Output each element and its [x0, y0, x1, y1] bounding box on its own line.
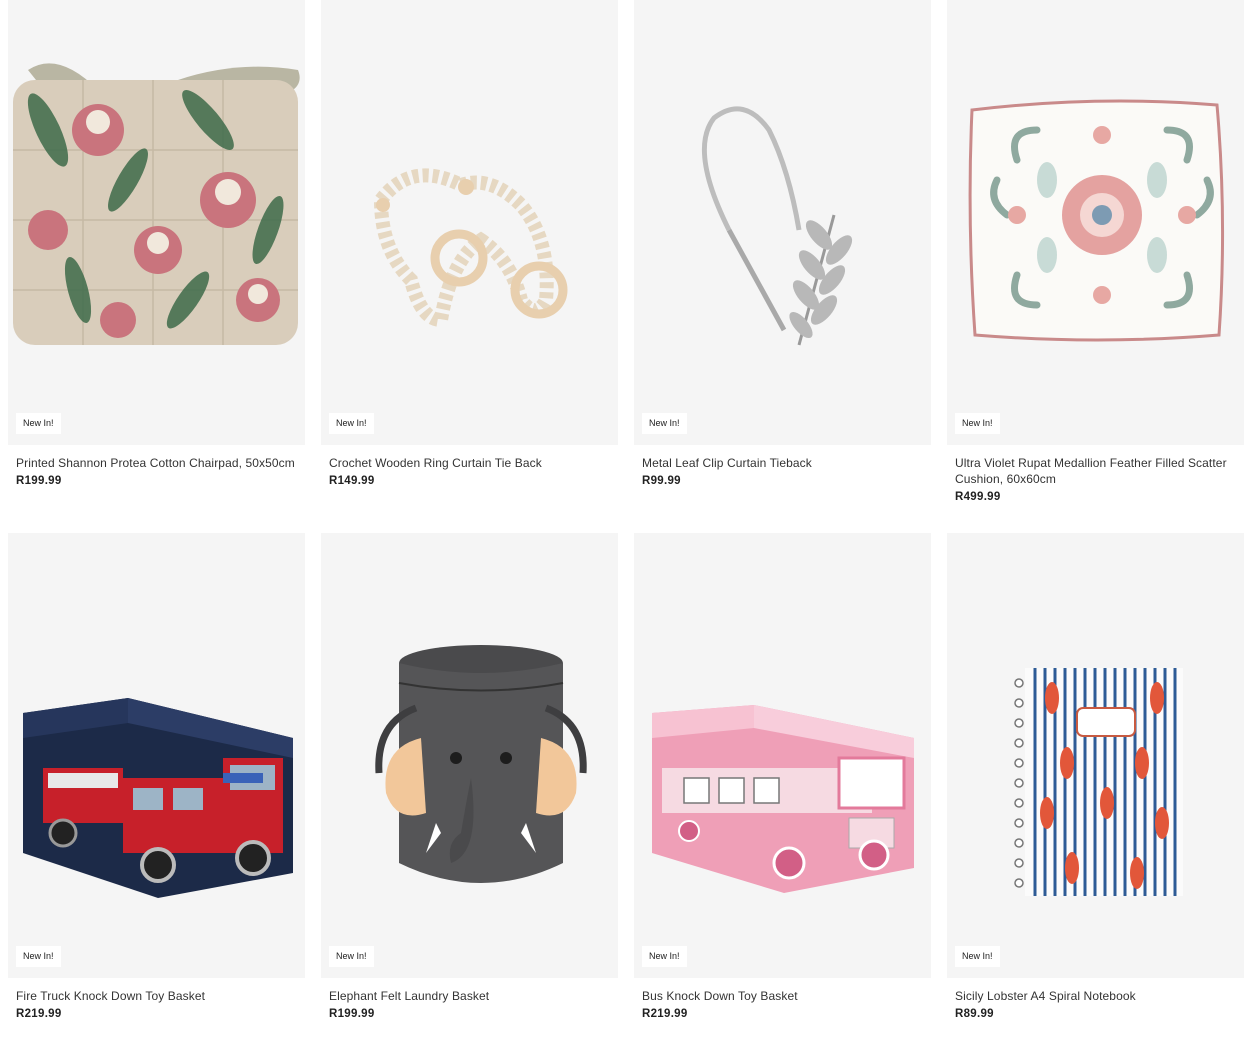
product-card[interactable]: New In! Crochet Wooden Ring Curtain Tie …: [321, 0, 618, 533]
product-card[interactable]: New In! Printed Shannon Protea Cotton Ch…: [8, 0, 305, 533]
product-name[interactable]: Elephant Felt Laundry Basket: [329, 988, 610, 1004]
product-name[interactable]: Sicily Lobster A4 Spiral Notebook: [955, 988, 1236, 1004]
product-card[interactable]: New In! Metal Leaf Clip Curtain Tieback …: [634, 0, 931, 533]
new-in-badge: New In!: [955, 946, 1000, 967]
new-in-badge: New In!: [329, 946, 374, 967]
product-card[interactable]: New In! Fire Truck Knock Down Toy Basket…: [8, 533, 305, 1050]
product-price: R219.99: [642, 1008, 688, 1020]
product-card[interactable]: New In! Elephant Felt Laundry Basket R19…: [321, 533, 618, 1050]
product-name[interactable]: Printed Shannon Protea Cotton Chairpad, …: [16, 455, 297, 471]
product-name[interactable]: Ultra Violet Rupat Medallion Feather Fil…: [955, 455, 1236, 487]
product-image[interactable]: New In!: [8, 0, 305, 445]
new-in-badge: New In!: [16, 946, 61, 967]
product-image[interactable]: New In!: [947, 533, 1244, 978]
new-in-badge: New In!: [642, 946, 687, 967]
product-name[interactable]: Fire Truck Knock Down Toy Basket: [16, 988, 297, 1004]
product-card[interactable]: New In! Bus Knock Down Toy Basket R219.9…: [634, 533, 931, 1050]
product-card[interactable]: New In! Sicily Lobster A4 Spiral Noteboo…: [947, 533, 1244, 1050]
product-name[interactable]: Bus Knock Down Toy Basket: [642, 988, 923, 1004]
product-image[interactable]: New In!: [321, 533, 618, 978]
product-price: R219.99: [16, 1008, 62, 1020]
product-price: R149.99: [329, 475, 375, 487]
product-price: R89.99: [955, 1008, 994, 1020]
product-card[interactable]: New In! Ultra Violet Rupat Medallion Fea…: [947, 0, 1244, 533]
product-name[interactable]: Crochet Wooden Ring Curtain Tie Back: [329, 455, 610, 471]
product-image[interactable]: New In!: [321, 0, 618, 445]
product-grid: New In! Printed Shannon Protea Cotton Ch…: [8, 0, 1244, 1050]
product-image[interactable]: New In!: [947, 0, 1244, 445]
product-name[interactable]: Metal Leaf Clip Curtain Tieback: [642, 455, 923, 471]
product-price: R499.99: [955, 491, 1001, 503]
product-price: R99.99: [642, 475, 681, 487]
product-image[interactable]: New In!: [634, 0, 931, 445]
product-price: R199.99: [329, 1008, 375, 1020]
new-in-badge: New In!: [16, 413, 61, 434]
new-in-badge: New In!: [642, 413, 687, 434]
product-price: R199.99: [16, 475, 62, 487]
new-in-badge: New In!: [955, 413, 1000, 434]
new-in-badge: New In!: [329, 413, 374, 434]
product-image[interactable]: New In!: [8, 533, 305, 978]
product-image[interactable]: New In!: [634, 533, 931, 978]
